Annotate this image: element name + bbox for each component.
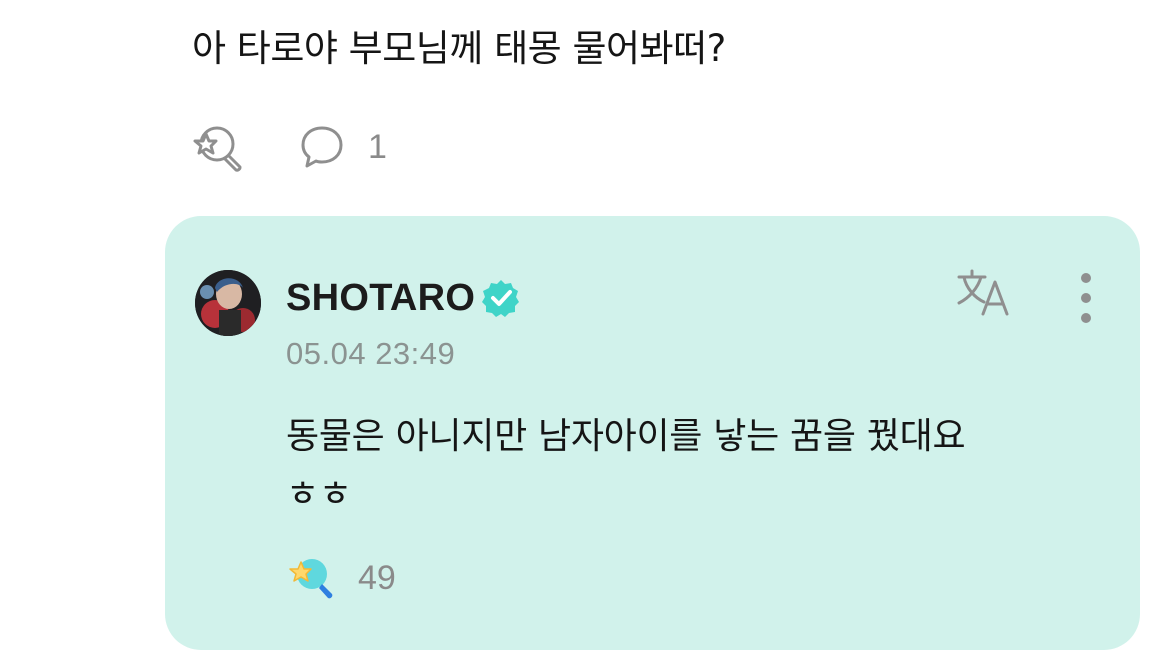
more-vertical-icon: [1075, 273, 1097, 328]
post-like-button[interactable]: [192, 122, 246, 172]
verified-badge-icon: [481, 278, 521, 318]
reply-text: 동물은 아니지만 남자아이를 낳는 꿈을 꿨대요 ㅎㅎ: [286, 408, 1106, 524]
reply-text-line: 동물은 아니지만 남자아이를 낳는 꿈을 꿨대요: [286, 416, 966, 457]
speech-bubble-icon: [298, 124, 346, 170]
translate-icon: [955, 269, 1017, 322]
reply-card: SHOTARO 05.04 23:49 동물은 아니지만 남자아이를 낳는 꿈을…: [165, 216, 1140, 650]
star-lollipop-filled-icon: [286, 552, 338, 604]
reply-header: SHOTARO: [286, 276, 521, 320]
post-actions: 1: [192, 120, 387, 174]
reply-like-button[interactable]: 49: [286, 554, 396, 602]
comment-count: 1: [368, 127, 387, 166]
post-text: 아 타로야 부모님께 태몽 물어봐떠?: [192, 27, 726, 70]
more-options-button[interactable]: [1075, 272, 1097, 328]
like-count: 49: [358, 558, 396, 597]
translate-button[interactable]: [955, 268, 1017, 322]
avatar[interactable]: [195, 270, 261, 336]
username[interactable]: SHOTARO: [286, 277, 475, 320]
post-comment-button[interactable]: 1: [298, 124, 387, 170]
timestamp: 05.04 23:49: [286, 336, 456, 371]
star-lollipop-outline-icon: [192, 122, 246, 172]
reply-text-line: ㅎㅎ: [286, 474, 352, 515]
